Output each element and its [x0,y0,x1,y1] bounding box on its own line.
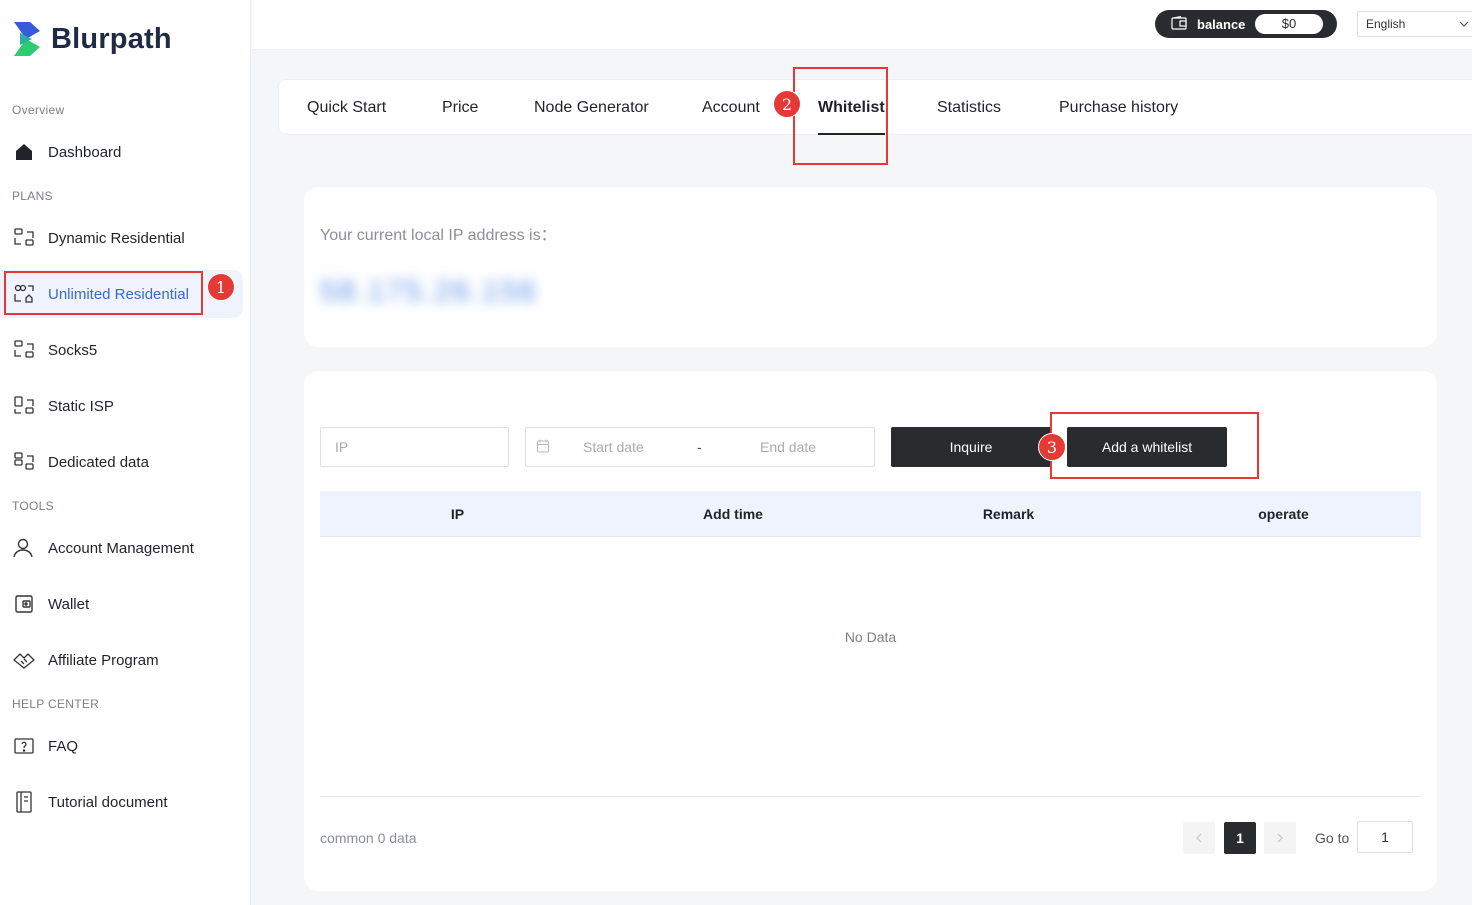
question-icon [12,734,36,758]
annotation-box-2 [793,67,888,165]
date-range-picker[interactable]: Start date - End date [525,427,875,467]
section-help-center: HELP CENTER [12,697,100,711]
brand-logo[interactable]: Blurpath [12,20,172,58]
column-ip: IP [450,506,465,522]
language-value: English [1366,17,1406,31]
calendar-icon [536,428,550,480]
tab-account[interactable]: Account [702,80,760,136]
goto-page-input[interactable]: 1 [1357,821,1413,853]
tab-purchase-history[interactable]: Purchase history [1059,80,1178,136]
next-page-button[interactable] [1264,822,1296,854]
sidebar-item-label: Dashboard [48,143,122,161]
sidebar-item-label: FAQ [48,737,79,755]
user-icon [12,536,36,560]
network-icon [12,226,36,250]
whitelist-card: IP Start date - End date Inquire Add a w… [304,371,1437,891]
start-date-placeholder: Start date [583,439,644,455]
tab-statistics[interactable]: Statistics [937,80,1001,136]
total-count: common 0 data [320,830,417,846]
sidebar-item-tutorial-document[interactable]: Tutorial document [0,778,243,826]
brand-name: Blurpath [51,22,172,55]
sidebar-item-account-management[interactable]: Account Management [0,524,243,572]
sidebar-item-label: Static ISP [48,397,114,415]
section-plans: PLANS [12,189,53,203]
ip-search-placeholder: IP [335,439,349,455]
document-icon [12,790,36,814]
prev-page-button[interactable] [1183,822,1215,854]
sidebar-item-label: Account Management [48,539,194,557]
chevron-down-icon [1458,12,1470,44]
tab-quick-start[interactable]: Quick Start [307,80,386,136]
ip-address-value: 58.175.26.156 [320,275,538,308]
chevron-left-icon [1195,833,1203,857]
network-icon [12,450,36,474]
sidebar-item-affiliate-program[interactable]: Affiliate Program [0,636,243,684]
column-operate: operate [1258,506,1309,522]
network-icon [12,394,36,418]
sidebar: Blurpath Overview Dashboard PLANS Dynami… [0,0,251,905]
tab-price[interactable]: Price [442,80,478,136]
annotation-badge-2: 2 [773,90,801,118]
table-divider [320,796,1421,797]
sidebar-item-label: Dynamic Residential [48,229,185,247]
sidebar-item-dashboard[interactable]: Dashboard [0,128,243,176]
sidebar-item-label: Socks5 [48,341,98,359]
wallet-icon [12,592,36,616]
annotation-box-3 [1050,412,1259,479]
ip-search-input[interactable]: IP [320,427,509,467]
date-range-separator: - [697,439,702,455]
balance-amount: $0 [1255,14,1323,34]
annotation-box-1 [4,271,203,315]
sidebar-item-socks5[interactable]: Socks5 [0,326,243,374]
logo-mark-icon [12,20,42,58]
ip-card: Your current local IP address is： 58.175… [304,187,1437,347]
sidebar-item-label: Dedicated data [48,453,149,471]
end-date-placeholder: End date [760,439,817,455]
annotation-badge-1: 1 [207,273,235,301]
empty-state-text: No Data [844,629,897,645]
tab-node-generator[interactable]: Node Generator [534,80,649,136]
table-header: IP Add time Remark operate [320,491,1421,537]
sidebar-item-wallet[interactable]: Wallet [0,580,243,628]
handshake-icon [12,648,36,672]
column-add-time: Add time [703,506,763,522]
balance-label: balance [1197,16,1246,32]
sidebar-item-label: Wallet [48,595,90,613]
section-overview: Overview [12,103,65,117]
sidebar-item-label: Affiliate Program [48,651,159,669]
annotation-badge-3: 3 [1038,433,1066,461]
topbar: balance $0 English [252,0,1472,50]
page-number-current[interactable]: 1 [1224,822,1256,854]
chevron-right-icon [1276,833,1284,857]
network-icon [12,338,36,362]
ip-address-label: Your current local IP address is： [320,227,557,244]
sidebar-item-dedicated-data[interactable]: Dedicated data [0,438,243,486]
sidebar-item-label: Tutorial document [48,793,168,811]
section-tools: TOOLS [12,499,54,513]
inquire-button[interactable]: Inquire [891,427,1051,467]
balance-pill[interactable]: balance $0 [1155,10,1337,38]
wallet-icon [1171,15,1187,33]
language-select[interactable]: English [1357,11,1472,37]
goto-label: Go to [1315,830,1350,846]
sidebar-item-faq[interactable]: FAQ [0,722,243,770]
home-icon [12,140,36,164]
column-remark: Remark [982,506,1035,522]
sidebar-item-static-isp[interactable]: Static ISP [0,382,243,430]
sidebar-item-dynamic-residential[interactable]: Dynamic Residential [0,214,243,262]
